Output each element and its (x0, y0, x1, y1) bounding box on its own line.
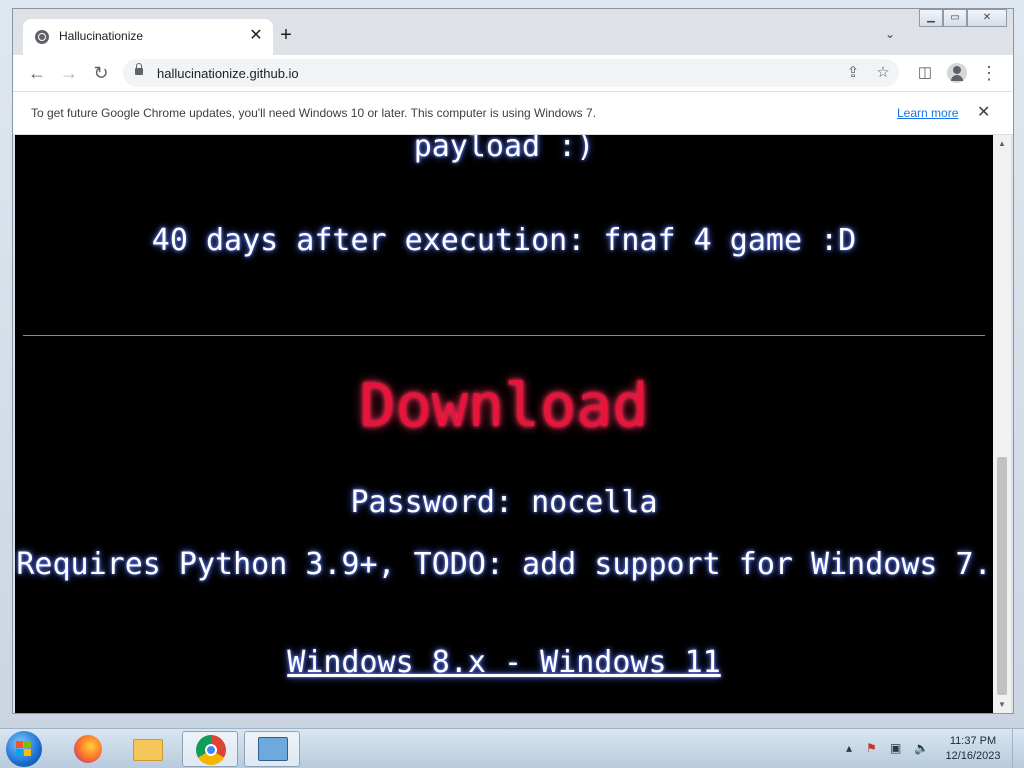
url-text[interactable]: hallucinationize.github.io (157, 66, 299, 81)
title-bar: Hallucinationize ✕ + ⌄ ▁ ▭ ✕ (13, 9, 1013, 55)
taskbar-firefox[interactable] (60, 731, 116, 767)
taskbar: ▴ ⚑ ▣ 🔈 11:37 PM 12/16/2023 (0, 728, 1024, 768)
side-panel-icon[interactable]: ◫ (913, 61, 937, 85)
reload-icon[interactable]: ↻ (89, 61, 113, 85)
browser-toolbar: ← → ↻ hallucinationize.github.io ⇪ ☆ ◫ ⋮ (13, 55, 1013, 91)
infobar-close-icon[interactable]: ✕ (977, 102, 990, 122)
chrome-window: Hallucinationize ✕ + ⌄ ▁ ▭ ✕ ← → ↻ hallu… (12, 8, 1014, 714)
download-link[interactable]: Windows 8.x - Windows 11 (15, 645, 993, 680)
payload-text: payload :) (413, 135, 595, 164)
control-panel-icon (258, 737, 288, 761)
new-tab-button[interactable]: + (275, 25, 297, 47)
show-desktop-button[interactable] (1012, 729, 1024, 768)
close-window-button[interactable]: ✕ (967, 9, 1007, 27)
web-page-content: payload :) 40 days after execution: fnaf… (15, 135, 993, 713)
minimize-button[interactable]: ▁ (919, 9, 943, 27)
show-hidden-icons-icon[interactable]: ▴ (846, 741, 860, 755)
tab-hallucinationize[interactable]: Hallucinationize ✕ (23, 19, 273, 55)
chrome-icon (196, 735, 226, 765)
taskbar-explorer[interactable] (120, 731, 176, 767)
start-button[interactable] (6, 731, 42, 767)
menu-kebab-icon[interactable]: ⋮ (977, 61, 1001, 85)
tab-search-chevron-icon[interactable]: ⌄ (885, 27, 895, 41)
back-arrow-icon[interactable]: ← (25, 61, 49, 85)
update-infobar: To get future Google Chrome updates, you… (13, 91, 1013, 135)
learn-more-link[interactable]: Learn more (897, 106, 958, 120)
firefox-icon (74, 735, 102, 763)
scroll-thumb[interactable] (997, 457, 1007, 695)
globe-icon (35, 30, 49, 44)
tab-title: Hallucinationize (59, 29, 144, 43)
network-icon[interactable]: ▣ (890, 741, 904, 755)
taskbar-chrome[interactable] (182, 731, 238, 767)
scroll-down-arrow-icon[interactable]: ▼ (998, 700, 1006, 709)
forward-arrow-icon[interactable]: → (57, 61, 81, 85)
lock-icon[interactable] (135, 63, 143, 75)
execution-text: 40 days after execution: fnaf 4 game :D (151, 223, 857, 258)
profile-avatar-icon[interactable] (947, 63, 967, 83)
download-heading: Download (359, 371, 649, 441)
system-clock[interactable]: 11:37 PM 12/16/2023 (940, 734, 1006, 764)
action-center-flag-icon[interactable]: ⚑ (866, 741, 880, 755)
volume-icon[interactable]: 🔈 (914, 741, 929, 755)
share-icon[interactable]: ⇪ (843, 63, 863, 81)
window-controls: ▁ ▭ ✕ (919, 9, 1007, 27)
requirements-text: Requires Python 3.9+, TODO: add support … (16, 547, 992, 582)
tab-close-icon[interactable]: ✕ (247, 27, 265, 45)
password-text: Password: nocella (350, 485, 658, 520)
clock-date: 12/16/2023 (945, 750, 1001, 762)
folder-icon (133, 739, 163, 761)
clock-time: 11:37 PM (949, 735, 997, 747)
horizontal-rule (23, 335, 985, 336)
scroll-up-arrow-icon[interactable]: ▲ (998, 139, 1006, 148)
page-scrollbar[interactable]: ▲ ▼ (993, 135, 1011, 713)
infobar-message: To get future Google Chrome updates, you… (31, 106, 597, 120)
address-bar[interactable]: hallucinationize.github.io ⇪ ☆ (123, 59, 899, 87)
taskbar-control-panel[interactable] (244, 731, 300, 767)
bookmark-star-icon[interactable]: ☆ (873, 63, 893, 81)
windows-logo-icon (16, 741, 32, 757)
maximize-button[interactable]: ▭ (943, 9, 967, 27)
